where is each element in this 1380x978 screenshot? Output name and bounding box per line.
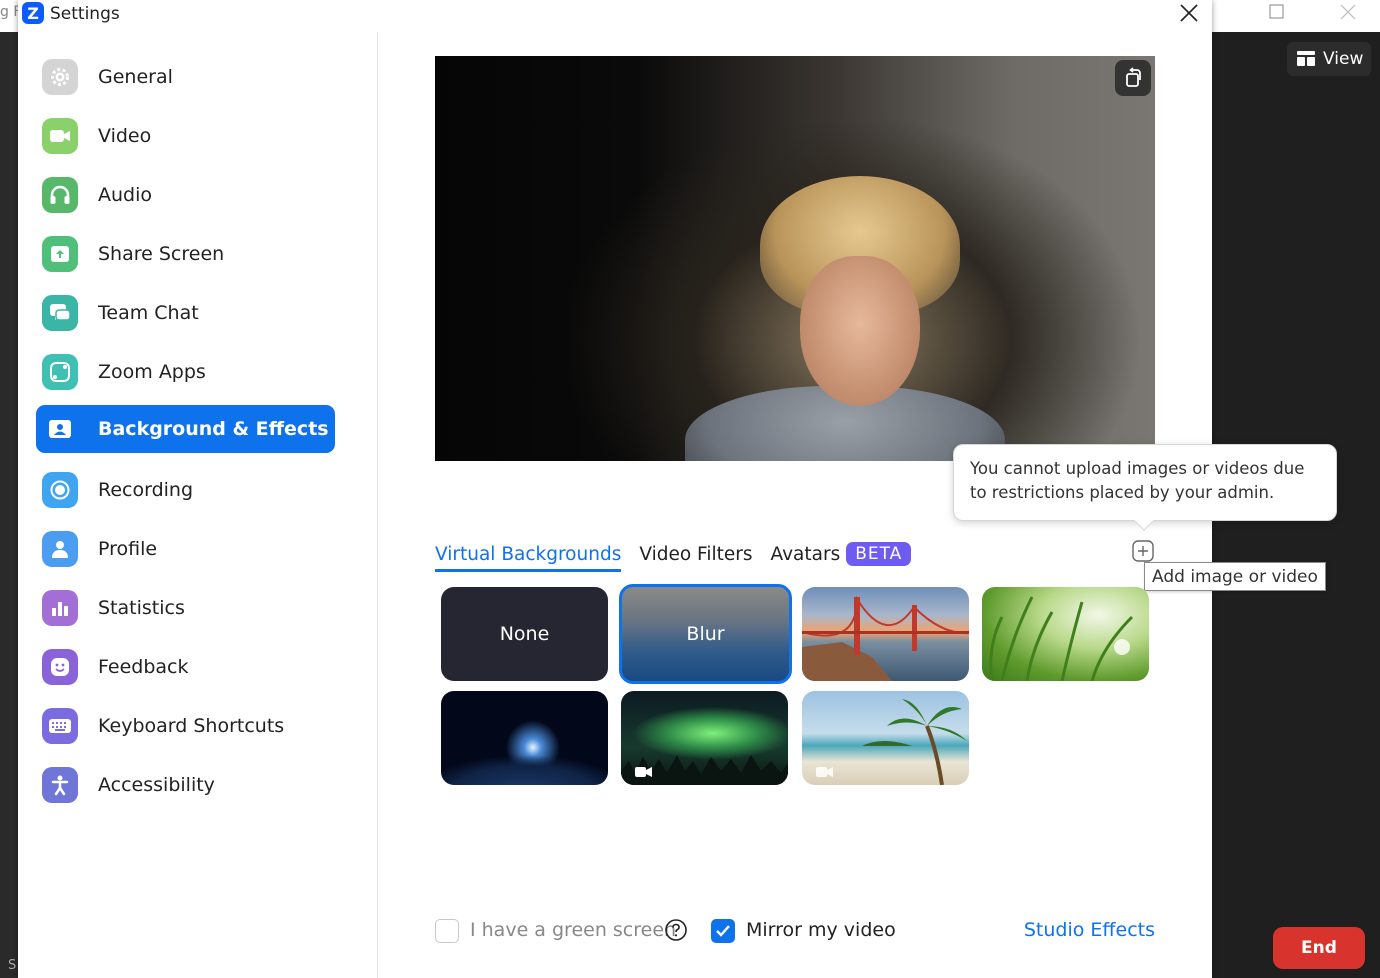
camera-icon xyxy=(42,118,78,154)
sidebar-item-share-screen[interactable]: Share Screen xyxy=(36,230,335,278)
share-screen-icon xyxy=(42,236,78,272)
close-icon xyxy=(1180,4,1198,22)
settings-sidebar: General Video Audio Share Screen Team Ch… xyxy=(18,32,378,978)
sidebar-item-label: Keyboard Shortcuts xyxy=(98,715,285,737)
close-icon xyxy=(1340,4,1356,20)
statistics-icon xyxy=(42,590,78,626)
sidebar-item-video[interactable]: Video xyxy=(36,112,335,160)
tab-video-filters[interactable]: Video Filters xyxy=(639,537,752,571)
sidebar-item-audio[interactable]: Audio xyxy=(36,171,335,219)
maximize-button[interactable] xyxy=(1254,0,1300,24)
video-badge-icon xyxy=(635,767,652,777)
background-option-label: None xyxy=(499,623,550,645)
headphones-icon xyxy=(42,177,78,213)
rotate-camera-button[interactable] xyxy=(1115,60,1151,96)
grid-view-icon xyxy=(1297,51,1315,66)
sidebar-item-keyboard-shortcuts[interactable]: Keyboard Shortcuts xyxy=(36,702,335,750)
sidebar-item-label: Share Screen xyxy=(98,243,225,265)
studio-effects-link[interactable]: Studio Effects xyxy=(1024,919,1155,941)
tab-virtual-backgrounds[interactable]: Virtual Backgrounds xyxy=(435,537,622,572)
sidebar-item-zoom-apps[interactable]: Zoom Apps xyxy=(36,348,335,396)
accessibility-icon xyxy=(42,767,78,803)
sidebar-item-label: Feedback xyxy=(98,656,189,678)
sidebar-item-statistics[interactable]: Statistics xyxy=(36,584,335,632)
keyboard-icon xyxy=(42,708,78,744)
beta-badge: BETA xyxy=(846,542,912,566)
video-badge-icon xyxy=(816,767,833,777)
meeting-left-edge xyxy=(0,32,18,978)
sidebar-item-accessibility[interactable]: Accessibility xyxy=(36,761,335,809)
background-option-label: Blur xyxy=(686,623,725,645)
mirror-video-label: Mirror my video xyxy=(746,919,896,941)
bridge-image xyxy=(802,595,969,681)
sidebar-item-label: General xyxy=(98,66,173,88)
sidebar-item-label: Audio xyxy=(98,184,153,206)
sidebar-item-label: Background & Effects xyxy=(98,418,329,440)
settings-window: Z Settings General Video Audio Share Scr… xyxy=(18,0,1337,978)
sidebar-item-label: Accessibility xyxy=(98,774,215,796)
add-background-button[interactable] xyxy=(1131,539,1155,563)
background-option-golden-gate[interactable] xyxy=(802,587,969,681)
view-label: View xyxy=(1323,49,1364,69)
mirror-video-checkbox[interactable] xyxy=(711,919,735,943)
settings-titlebar: Z Settings xyxy=(18,0,1212,32)
background-options-row: I have a green screen Mirror my video St… xyxy=(435,918,1157,948)
help-icon[interactable] xyxy=(664,918,688,942)
meeting-title-fragment: g F xyxy=(0,4,18,20)
checkmark-icon xyxy=(716,925,730,937)
sidebar-item-label: Zoom Apps xyxy=(98,361,206,383)
sidebar-item-label: Video xyxy=(98,125,152,147)
sidebar-item-background-effects[interactable]: Background & Effects xyxy=(36,405,335,453)
sidebar-item-label: Team Chat xyxy=(98,302,199,324)
end-meeting-button[interactable]: End xyxy=(1273,927,1365,969)
settings-title: Settings xyxy=(50,4,120,24)
sidebar-item-label: Recording xyxy=(98,479,194,501)
background-option-none[interactable]: None xyxy=(441,587,608,681)
background-option-aurora[interactable] xyxy=(621,691,788,785)
sidebar-item-general[interactable]: General xyxy=(36,53,335,101)
background-option-blur[interactable]: Blur xyxy=(619,584,792,684)
background-icon xyxy=(42,411,78,447)
record-icon xyxy=(42,472,78,508)
zoom-logo-icon: Z xyxy=(22,2,44,24)
tooltip-arrow xyxy=(1134,511,1154,531)
sidebar-item-label: Statistics xyxy=(98,597,185,619)
sidebar-item-feedback[interactable]: Feedback xyxy=(36,643,335,691)
background-option-beach[interactable] xyxy=(802,691,969,785)
tab-avatars-label: Avatars xyxy=(770,543,841,565)
maximize-icon xyxy=(1269,4,1284,19)
sidebar-item-team-chat[interactable]: Team Chat xyxy=(36,289,335,337)
add-image-tooltip: Add image or video xyxy=(1144,562,1326,591)
background-option-grass[interactable] xyxy=(982,587,1149,681)
meeting-bottom-text: S xyxy=(8,958,17,973)
profile-icon xyxy=(42,531,78,567)
sidebar-item-recording[interactable]: Recording xyxy=(36,466,335,514)
sidebar-item-profile[interactable]: Profile xyxy=(36,525,335,573)
feedback-icon xyxy=(42,649,78,685)
background-effects-panel: You cannot upload images or videos due t… xyxy=(378,32,1337,978)
preview-person-face xyxy=(800,256,920,406)
green-screen-checkbox[interactable] xyxy=(435,919,459,943)
background-tabs: Virtual Backgrounds Video Filters Avatar… xyxy=(435,536,929,572)
rotate-icon xyxy=(1126,67,1141,87)
upload-restriction-tooltip: You cannot upload images or videos due t… xyxy=(953,444,1337,531)
view-button[interactable]: View xyxy=(1287,42,1371,76)
chat-icon xyxy=(42,295,78,331)
tooltip-text: You cannot upload images or videos due t… xyxy=(970,459,1305,502)
grass-image xyxy=(989,596,1134,681)
apps-icon xyxy=(42,354,78,390)
green-screen-label: I have a green screen xyxy=(470,919,677,941)
meeting-close-button[interactable] xyxy=(1325,0,1371,24)
background-option-earth[interactable] xyxy=(441,691,608,785)
tab-avatars[interactable]: Avatars BETA xyxy=(771,537,912,571)
video-preview xyxy=(435,56,1155,461)
gear-icon xyxy=(42,59,78,95)
plus-icon xyxy=(1132,540,1154,562)
sidebar-item-label: Profile xyxy=(98,538,158,560)
settings-close-button[interactable] xyxy=(1174,0,1204,26)
